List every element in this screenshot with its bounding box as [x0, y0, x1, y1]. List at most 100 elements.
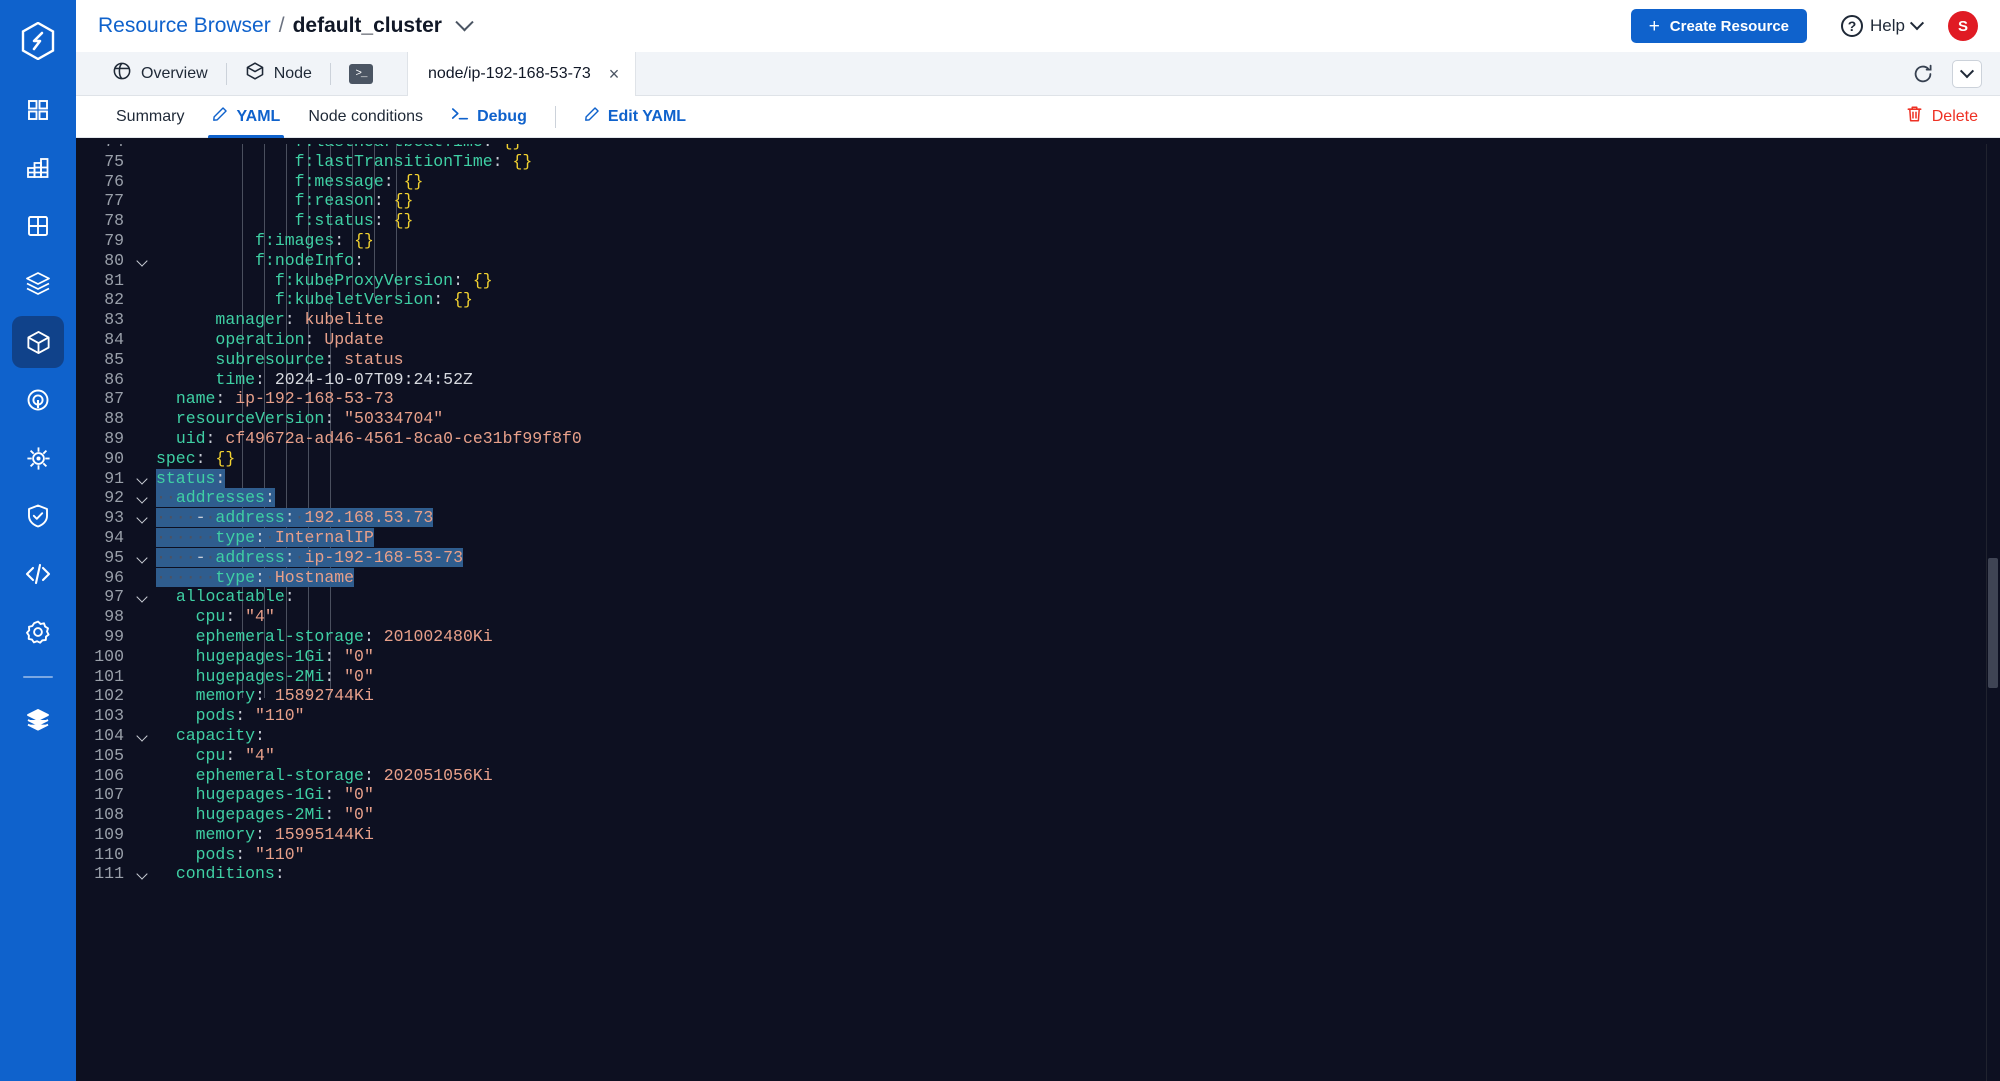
- refresh-icon[interactable]: [1910, 61, 1936, 87]
- code-line[interactable]: 99 ephemeral-storage: 201002480Ki: [76, 627, 2000, 647]
- code-line[interactable]: 89 uid: cf49672a-ad46-4561-8ca0-ce31bf99…: [76, 429, 2000, 449]
- code-line[interactable]: 82 f:kubeletVersion: {}: [76, 290, 2000, 310]
- line-number: 81: [104, 270, 124, 290]
- code-line[interactable]: 96 ······type:·Hostname: [76, 567, 2000, 588]
- code-line[interactable]: 81 f:kubeProxyVersion: {}: [76, 271, 2000, 291]
- fold-chevron-icon[interactable]: [132, 726, 156, 746]
- code-line[interactable]: 111 conditions:: [76, 864, 2000, 884]
- code-line[interactable]: 110 pods: "110": [76, 845, 2000, 865]
- sidebar-item-resource-browser[interactable]: [12, 316, 64, 368]
- rail-items: [12, 84, 64, 752]
- terminal-prompt-icon: [451, 106, 469, 127]
- close-icon[interactable]: ×: [609, 65, 620, 83]
- fold-chevron-icon[interactable]: [132, 548, 156, 568]
- subtab-node-conditions[interactable]: Node conditions: [294, 96, 437, 138]
- tab-overflow-dropdown[interactable]: [1952, 59, 1982, 88]
- sidebar-item-security[interactable]: [12, 490, 64, 542]
- line-number: 87: [104, 389, 124, 409]
- code-line[interactable]: 103 pods: "110": [76, 706, 2000, 726]
- code-line-text: operation: Update: [215, 329, 384, 349]
- line-number: 104: [94, 725, 124, 745]
- sidebar-item-targets[interactable]: [12, 374, 64, 426]
- code-line[interactable]: 91 status:: [76, 468, 2000, 489]
- code-line[interactable]: 83 manager: kubelite: [76, 310, 2000, 330]
- code-line[interactable]: 86 time: 2024-10-07T09:24:52Z: [76, 370, 2000, 390]
- code-line[interactable]: 93 ····-·address:·192.168.53.73: [76, 508, 2000, 528]
- delete-button[interactable]: Delete: [1906, 105, 1978, 128]
- code-line[interactable]: 75 f:lastTransitionTime: {}: [76, 152, 2000, 172]
- subtab-yaml[interactable]: YAML: [198, 96, 294, 138]
- code-line[interactable]: 90 spec: {}: [76, 449, 2000, 469]
- code-line[interactable]: 84 operation: Update: [76, 330, 2000, 350]
- document-tab-node[interactable]: node/ip-192-168-53-73 ×: [406, 52, 637, 96]
- editor-vertical-scrollbar[interactable]: [1986, 138, 2000, 1081]
- code-line[interactable]: 104 capacity:: [76, 726, 2000, 746]
- code-line[interactable]: 94 ······type:·InternalIP: [76, 527, 2000, 548]
- code-line[interactable]: 79 f:images: {}: [76, 231, 2000, 251]
- sidebar-item-tables[interactable]: [12, 200, 64, 252]
- code-line[interactable]: 97 allocatable:: [76, 587, 2000, 607]
- code-line[interactable]: 98 cpu: "4": [76, 607, 2000, 627]
- code-line-text: ····-·address:·192.168.53.73: [156, 508, 434, 528]
- fold-chevron-icon[interactable]: [132, 864, 156, 884]
- edit-yaml-button[interactable]: Edit YAML: [570, 96, 700, 138]
- sidebar-item-layers[interactable]: [12, 694, 64, 746]
- code-line[interactable]: 102 memory: 15892744Ki: [76, 686, 2000, 706]
- yaml-editor[interactable]: 74 f:lastHeartbeatTime: {} 75 f:lastTrans…: [76, 138, 2000, 1081]
- fold-chevron-icon[interactable]: [132, 251, 156, 271]
- sidebar-item-code[interactable]: [12, 548, 64, 600]
- code-line-text: memory: 15995144Ki: [195, 824, 374, 844]
- fold-chevron-icon[interactable]: [132, 469, 156, 489]
- fold-chevron-icon[interactable]: [132, 508, 156, 528]
- code-line[interactable]: 106 ephemeral-storage: 202051056Ki: [76, 766, 2000, 786]
- chevron-down-icon[interactable]: [455, 12, 474, 31]
- breadcrumb-root-link[interactable]: Resource Browser: [98, 14, 271, 38]
- subtab-summary[interactable]: Summary: [102, 96, 198, 138]
- code-line[interactable]: 88 resourceVersion: "50334704": [76, 409, 2000, 429]
- breadcrumb-current-cluster: default_cluster: [292, 14, 442, 37]
- code-line[interactable]: 95 ····-·address:·ip-192-168-53-73: [76, 547, 2000, 568]
- help-menu[interactable]: ? Help: [1841, 15, 1925, 37]
- sidebar-item-dashboard[interactable]: [12, 84, 64, 136]
- tab-overview[interactable]: Overview: [102, 52, 226, 96]
- target-icon: [25, 387, 51, 413]
- gear-icon: [25, 619, 51, 645]
- code-line[interactable]: 105 cpu: "4": [76, 746, 2000, 766]
- sidebar-item-packages[interactable]: [12, 258, 64, 310]
- code-line[interactable]: 77 f:reason: {}: [76, 191, 2000, 211]
- subtab-summary-label: Summary: [116, 107, 185, 125]
- code-line[interactable]: 108 hugepages-2Mi: "0": [76, 805, 2000, 825]
- sidebar-item-helm[interactable]: [12, 432, 64, 484]
- create-resource-button[interactable]: + Create Resource: [1630, 9, 1808, 43]
- scrollbar-thumb[interactable]: [1988, 558, 1998, 688]
- code-line[interactable]: 107 hugepages-1Gi: "0": [76, 785, 2000, 805]
- code-line[interactable]: 80 f:nodeInfo:: [76, 251, 2000, 271]
- code-line[interactable]: 76 f:message: {}: [76, 172, 2000, 192]
- code-line[interactable]: 78 f:status: {}: [76, 211, 2000, 231]
- tab-terminal[interactable]: >_: [331, 52, 391, 96]
- sidebar-item-metrics[interactable]: [12, 142, 64, 194]
- avatar[interactable]: S: [1948, 11, 1978, 41]
- nav-tabs: Overview Node >_: [76, 52, 391, 95]
- code-line-text: f:status: {}: [294, 211, 414, 231]
- tab-node[interactable]: Node: [227, 52, 330, 96]
- code-line[interactable]: 101 hugepages-2Mi: "0": [76, 667, 2000, 687]
- code-line[interactable]: 87 name: ip-192-168-53-73: [76, 389, 2000, 409]
- fold-chevron-icon[interactable]: [132, 488, 156, 508]
- code-lines[interactable]: 74 f:lastHeartbeatTime: {} 75 f:lastTrans…: [76, 138, 2000, 884]
- code-line[interactable]: 109 memory: 15995144Ki: [76, 825, 2000, 845]
- code-line[interactable]: 100 hugepages-1Gi: "0": [76, 647, 2000, 667]
- hashicorp-logo[interactable]: [0, 10, 76, 72]
- line-number: 108: [94, 805, 124, 825]
- code-line[interactable]: 85 subresource: status: [76, 350, 2000, 370]
- fold-chevron-icon[interactable]: [132, 587, 156, 607]
- sidebar-item-settings[interactable]: [12, 606, 64, 658]
- line-number: 96: [104, 567, 124, 587]
- subtab-debug[interactable]: Debug: [437, 96, 541, 138]
- code-line[interactable]: 92 ··addresses:: [76, 488, 2000, 508]
- cube-outline-icon: [245, 61, 265, 86]
